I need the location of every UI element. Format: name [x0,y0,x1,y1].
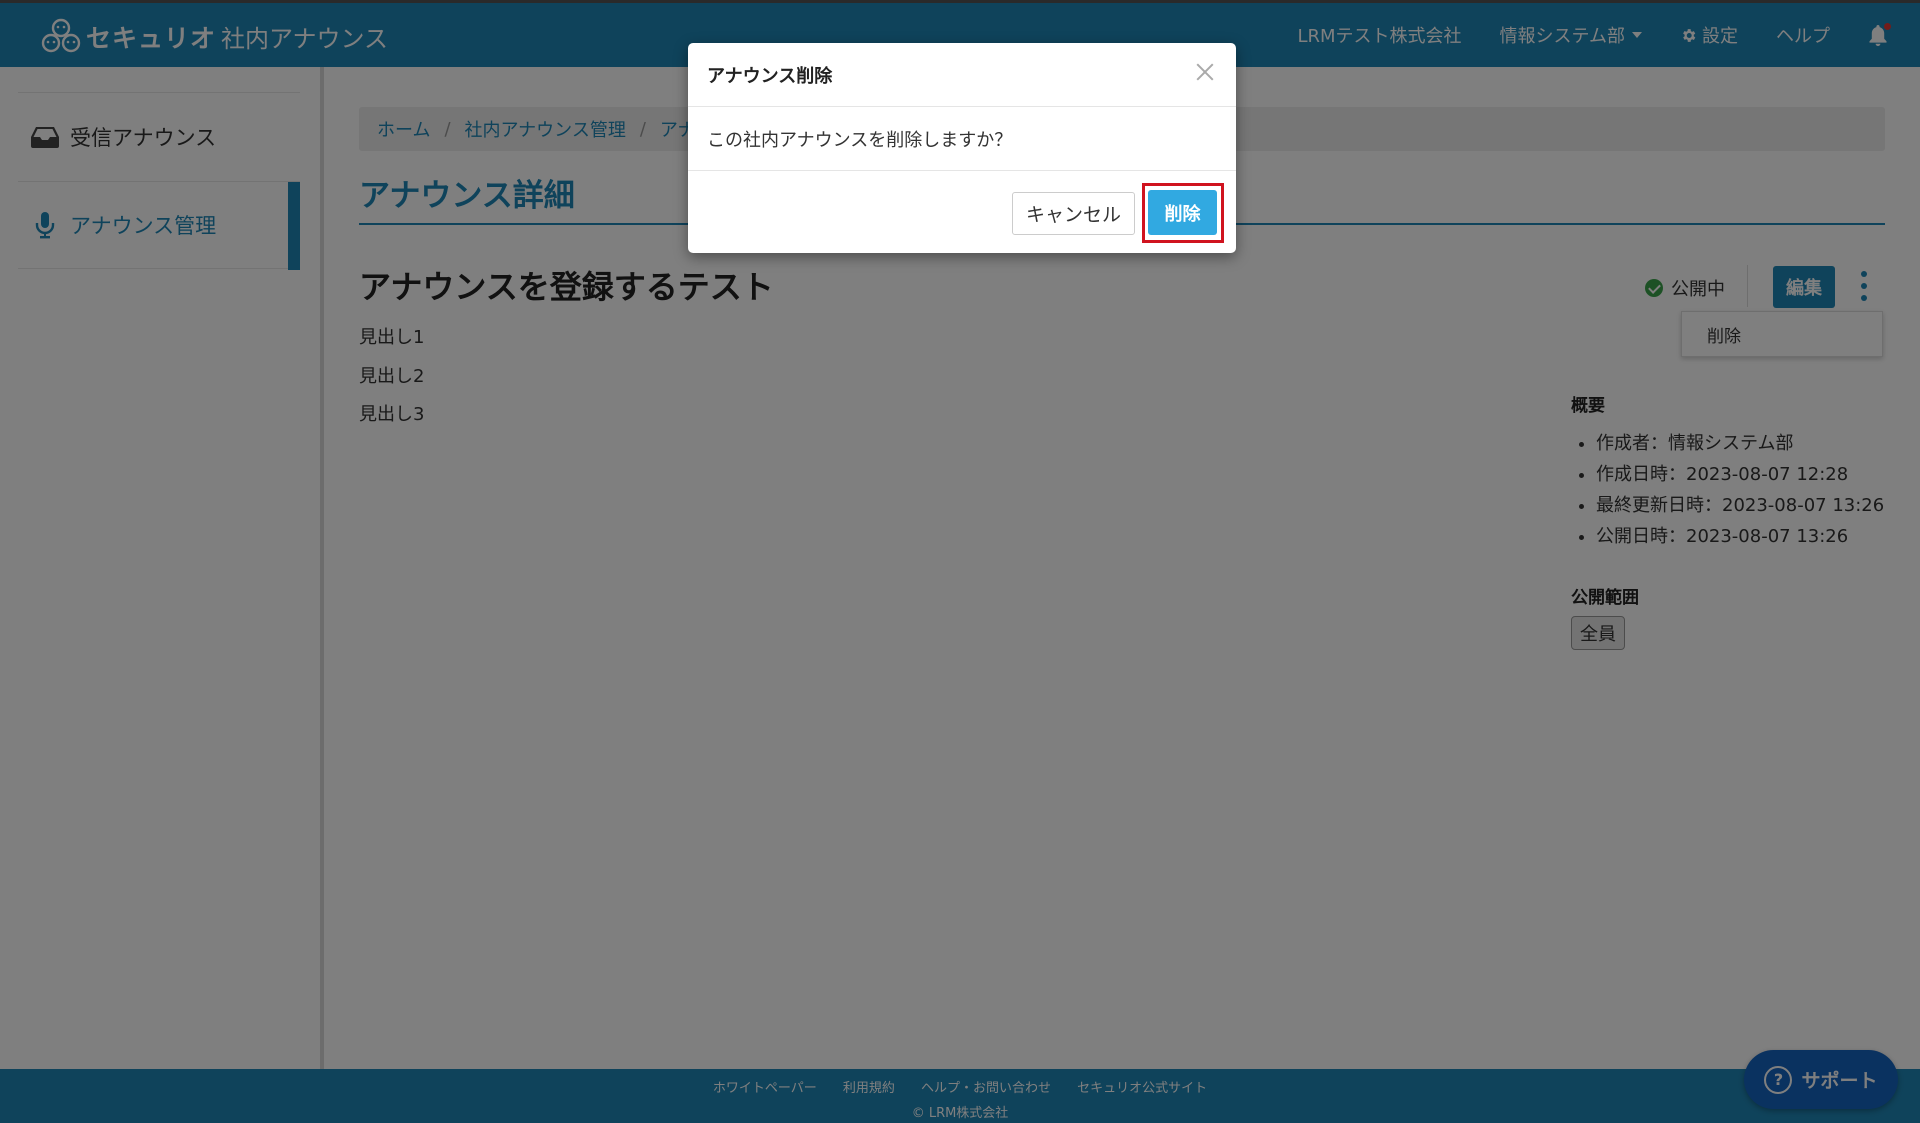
modal-footer: キャンセル 削除 [688,171,1236,253]
modal-header: アナウンス削除 [688,43,1236,107]
close-icon[interactable] [1194,61,1216,83]
confirm-delete-button[interactable]: 削除 [1148,190,1217,235]
cancel-button[interactable]: キャンセル [1012,192,1135,235]
delete-modal: アナウンス削除 この社内アナウンスを削除しますか？ キャンセル 削除 [688,43,1236,253]
modal-message: この社内アナウンスを削除しますか？ [688,107,1236,171]
modal-title: アナウンス削除 [707,65,833,87]
